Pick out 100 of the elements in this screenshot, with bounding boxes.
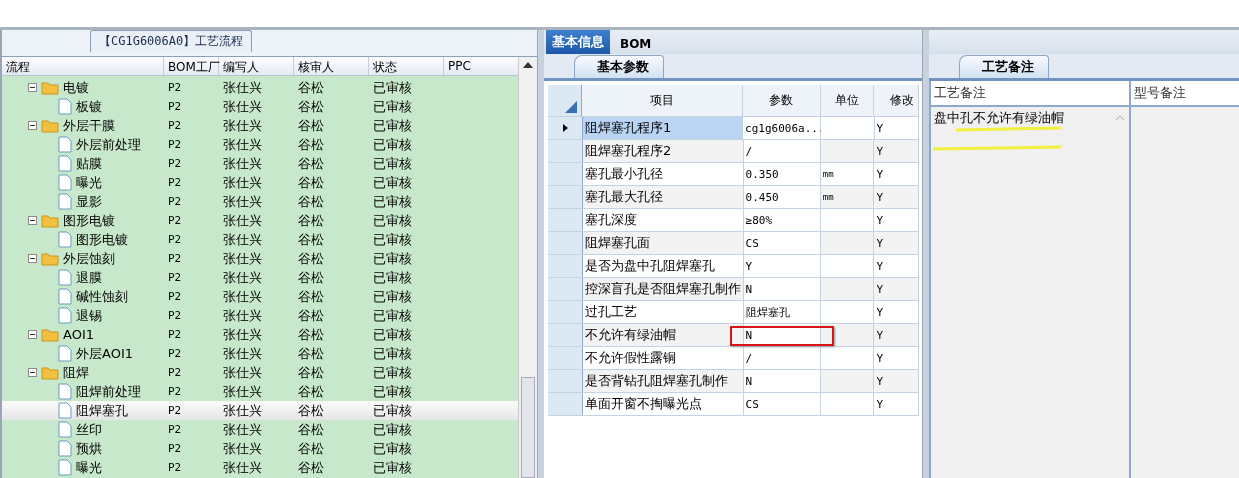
tree-row[interactable]: 外层AOI1 P2 张仕兴 谷松 已审核 [2,344,519,363]
table-cell-text: 谷松 [297,154,325,173]
tree-row[interactable]: 显影 P2 张仕兴 谷松 已审核 [2,192,519,211]
table-cell: cg1g6006a... [743,117,822,139]
table-cell: 阻焊塞孔程序1 [583,117,744,139]
table-cell-text: P2 [167,195,183,208]
column-header[interactable]: 核审人 [294,57,369,75]
folder-icon [41,251,59,266]
folder-icon [41,327,59,342]
tree-row[interactable]: 丝印 P2 张仕兴 谷松 已审核 [2,420,519,439]
table-cell: 塞孔深度 [583,209,744,231]
tree-row[interactable]: 外层干膜 P2 张仕兴 谷松 已审核 [2,116,519,135]
table-cell: / [743,347,821,369]
tab[interactable]: 基本参数 [574,55,664,78]
collapse-icon[interactable] [28,330,37,339]
document-icon [58,345,72,362]
tree-row[interactable]: 预烘 P2 张仕兴 谷松 已审核 [2,439,519,458]
collapse-icon[interactable] [28,121,37,130]
table-cell-text: 谷松 [297,173,325,192]
table-cell-text: 张仕兴 [222,439,263,458]
table-cell-text: P2 [167,366,183,379]
table-cell-text: 已审核 [372,78,413,97]
table-cell: Y [874,324,919,346]
table-cell-text: P2 [167,404,183,417]
table-cell: mm [820,186,875,208]
tree-item-label: 外层蚀刻 [63,249,115,268]
row-header[interactable] [548,117,583,139]
column-header[interactable]: 流程 [2,57,164,75]
column-header[interactable]: BOM工厂 [164,57,219,75]
tree-row[interactable]: 电镀 P2 张仕兴 谷松 已审核 [2,78,519,97]
splitter[interactable] [922,30,929,478]
tree-row[interactable]: 退膜 P2 张仕兴 谷松 已审核 [2,268,519,287]
table-cell-text: P2 [167,138,183,151]
table-cell-text: P2 [167,347,183,360]
column-header[interactable]: 修改 [874,85,919,116]
tree-row[interactable]: 曝光 P2 张仕兴 谷松 已审核 [2,458,519,477]
table-cell-text: P2 [167,290,183,303]
tab[interactable]: BOM [614,34,658,54]
tree-row[interactable]: 阻焊前处理 P2 张仕兴 谷松 已审核 [2,382,519,401]
tree-item-label: 曝光 [76,173,102,192]
table-cell-text: 张仕兴 [222,420,263,439]
tree-row[interactable]: 外层前处理 P2 张仕兴 谷松 已审核 [2,135,519,154]
table-cell-text: 已审核 [372,97,413,116]
tree-row[interactable]: 贴膜 P2 张仕兴 谷松 已审核 [2,154,519,173]
table-cell-text: 已审核 [372,401,413,420]
document-icon [58,193,72,210]
table-cell: 阻焊塞孔程序2 [583,140,744,162]
column-header[interactable]: 状态 [369,57,444,75]
scroll-up-icon[interactable] [523,62,533,68]
tree-item-label: 阻焊塞孔 [76,401,128,420]
tree-row[interactable]: 板镀 P2 张仕兴 谷松 已审核 [2,97,519,116]
tree-item-label: 丝印 [76,420,102,439]
table-cell: 控深盲孔是否阻焊塞孔制作 [583,278,744,300]
tree-row[interactable]: 碱性蚀刻 P2 张仕兴 谷松 已审核 [2,287,519,306]
document-icon [58,307,72,324]
table-cell: Y [874,163,919,185]
tree-row[interactable]: AOI1 P2 张仕兴 谷松 已审核 [2,325,519,344]
table-cell-text: P2 [167,252,183,265]
collapse-icon[interactable] [28,216,37,225]
table-cell: 塞孔最小孔径 [583,163,744,185]
tree-row[interactable]: 外层蚀刻 P2 张仕兴 谷松 已审核 [2,249,519,268]
tree-row[interactable]: 阻焊 P2 张仕兴 谷松 已审核 [2,363,519,382]
panel-title: 【CG1G6006A0】工艺流程 [90,30,253,52]
tree-row[interactable]: 退锡 P2 张仕兴 谷松 已审核 [2,306,519,325]
tree-row[interactable]: 曝光 P2 张仕兴 谷松 已审核 [2,173,519,192]
table-cell-text: 谷松 [297,458,325,477]
tree-item-label: 电镀 [63,78,89,97]
table-cell: Y [874,255,919,277]
document-icon [58,421,72,438]
collapse-icon[interactable] [28,368,37,377]
table-cell-text: 谷松 [297,78,325,97]
table-cell-text: P2 [167,176,183,189]
table-cell-text: 谷松 [297,211,325,230]
table-cell-text: P2 [167,233,183,246]
column-header[interactable]: 编写人 [219,57,294,75]
table-cell-text: P2 [167,214,183,227]
table-cell: 0.450 [743,186,821,208]
tree-item-label: 退锡 [76,306,102,325]
table-cell: 阻焊塞孔面 [583,232,744,254]
table-cell: 0.350 [743,163,821,185]
tab[interactable]: 工艺备注 [959,55,1049,78]
scrollbar[interactable] [518,57,537,478]
table-cell: N [743,278,821,300]
column-header[interactable]: 单位 [820,85,875,116]
tab[interactable]: 基本信息 [546,30,610,54]
column-header[interactable]: 参数 [743,85,821,116]
tree-row[interactable]: 图形电镀 P2 张仕兴 谷松 已审核 [2,230,519,249]
table-cell: Y [874,393,919,415]
column-header[interactable]: 项目 [582,85,744,116]
collapse-icon[interactable] [28,254,37,263]
document-icon [58,136,72,153]
collapse-icon[interactable] [28,83,37,92]
scrollbar-thumb[interactable] [521,377,535,478]
table-cell-text: 张仕兴 [222,344,263,363]
table-cell-text: 张仕兴 [222,78,263,97]
document-icon [58,288,72,305]
tree-row[interactable]: 阻焊塞孔 P2 张仕兴 谷松 已审核 [2,401,519,420]
table-cell-text: 张仕兴 [222,401,263,420]
tree-row[interactable]: 图形电镀 P2 张仕兴 谷松 已审核 [2,211,519,230]
table-cell-text: 已审核 [372,211,413,230]
